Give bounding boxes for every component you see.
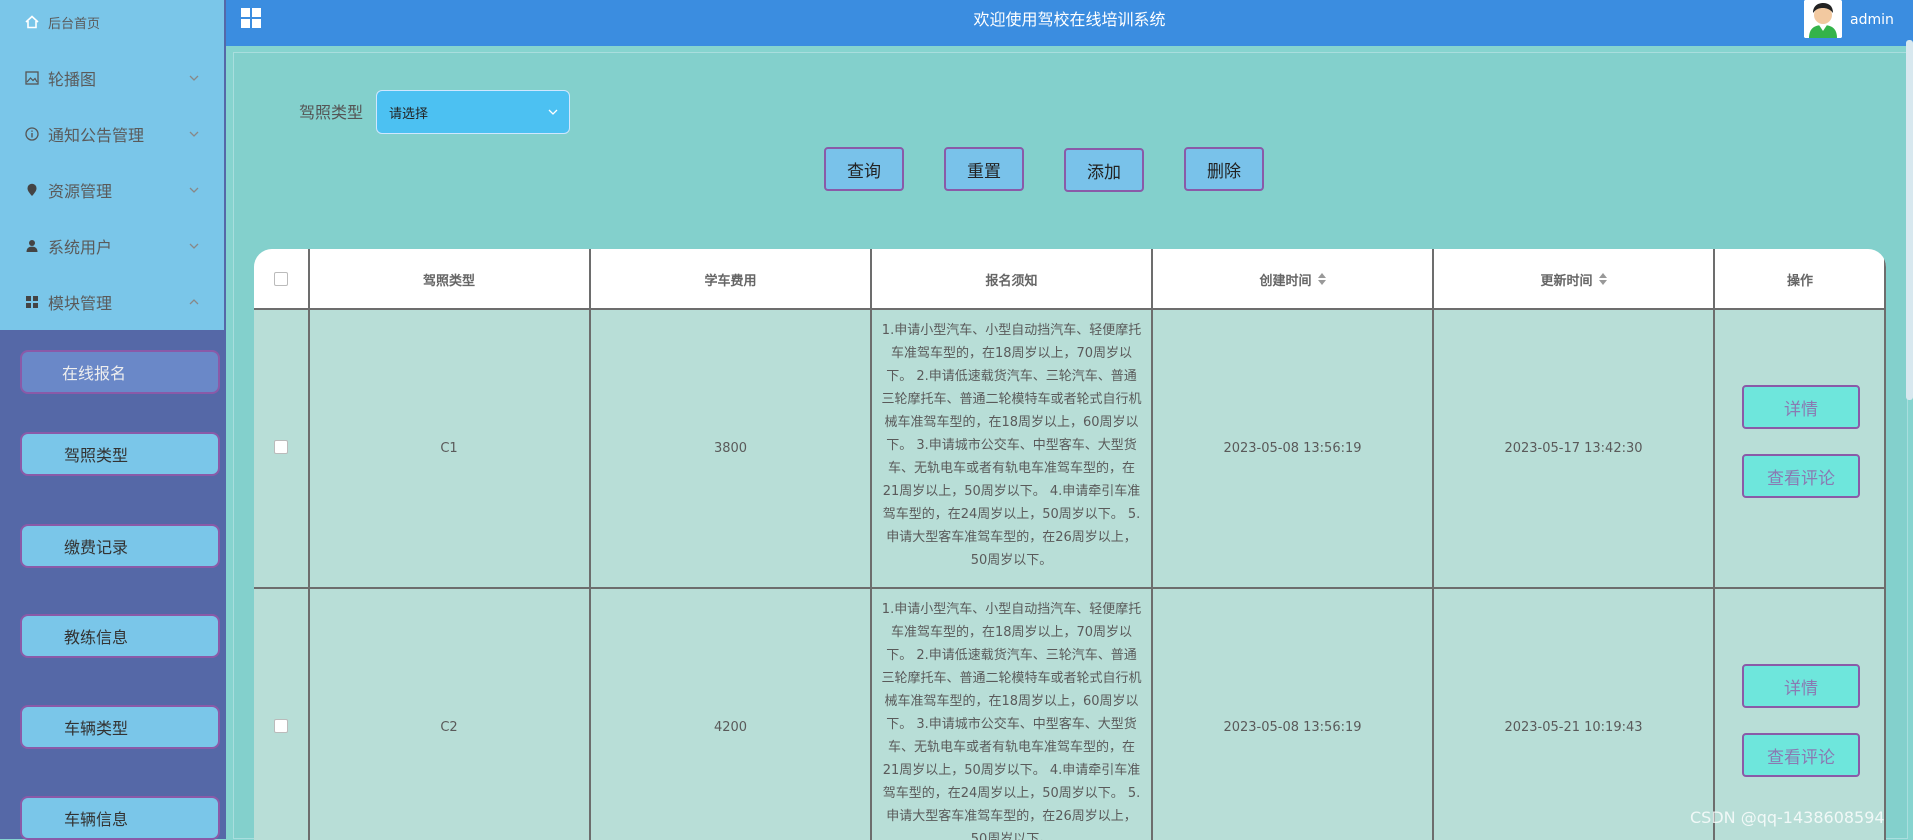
row-checkbox[interactable] (274, 440, 288, 454)
cell-updated: 2023-05-21 10:19:43 (1504, 720, 1643, 735)
select-all-cell (254, 249, 308, 309)
column-header-license-type: 驾照类型 (422, 273, 475, 289)
sidebar-item-modules[interactable]: 模块管理 (0, 274, 224, 330)
cell-license-type: C1 (440, 441, 458, 456)
chevron-down-icon (189, 131, 199, 137)
sidebar: 后台首页 轮播图 通知公告管理 资源管理 系统用户 模块管理 在线报名 驾照类型… (0, 0, 226, 840)
column-header-updated-label: 更新时间 (1540, 273, 1593, 289)
chevron-down-icon (548, 109, 558, 115)
picture-icon (24, 70, 40, 86)
cell-created: 2023-05-08 13:56:19 (1223, 441, 1362, 456)
sidebar-item-label: 系统用户 (48, 238, 113, 257)
cell-fee: 3800 (713, 441, 748, 456)
submenu-vehicle-info[interactable]: 车辆信息 (20, 796, 220, 840)
select-all-checkbox[interactable] (274, 272, 288, 286)
query-button[interactable]: 查询 (824, 147, 904, 191)
sidebar-item-label: 通知公告管理 (48, 126, 145, 145)
submenu-payment-records[interactable]: 缴费记录 (20, 524, 220, 568)
view-comments-button[interactable]: 查看评论 (1742, 454, 1860, 498)
sidebar-item-resources[interactable]: 资源管理 (0, 162, 224, 218)
column-header-created[interactable]: 创建时间 (1152, 249, 1433, 309)
column-header-actions: 操作 (1786, 273, 1813, 289)
chevron-down-icon (189, 243, 199, 249)
submenu-online-registration[interactable]: 在线报名 (20, 350, 220, 394)
home-icon (24, 14, 40, 30)
sidebar-item-users[interactable]: 系统用户 (0, 218, 224, 274)
sidebar-item-carousel[interactable]: 轮播图 (0, 50, 224, 106)
row-checkbox[interactable] (274, 719, 288, 733)
license-type-filter-label: 驾照类型 (299, 103, 364, 122)
column-header-updated[interactable]: 更新时间 (1433, 249, 1714, 309)
info-icon (24, 126, 40, 142)
sort-icon[interactable] (1317, 273, 1326, 285)
app-title: 欢迎使用驾校在线培训系统 (973, 10, 1166, 29)
sort-icon[interactable] (1598, 273, 1607, 285)
submenu-coach-info[interactable]: 教练信息 (20, 614, 220, 658)
cell-notice: 1.申请小型汽车、小型自动挡汽车、轻便摩托车准驾车型的，在18周岁以上，70周岁… (881, 323, 1142, 568)
detail-button[interactable]: 详情 (1742, 385, 1860, 429)
watermark: CSDN @qq-1438608594 (1690, 808, 1885, 827)
cell-updated: 2023-05-17 13:42:30 (1504, 441, 1643, 456)
chevron-up-icon (189, 299, 199, 305)
column-header-fee: 学车费用 (704, 273, 757, 289)
chevron-down-icon (189, 187, 199, 193)
sidebar-item-label: 轮播图 (48, 70, 97, 89)
username[interactable]: admin (1850, 0, 1894, 40)
avatar[interactable] (1804, 0, 1842, 38)
column-header-created-label: 创建时间 (1259, 273, 1312, 289)
page-scrollbar[interactable] (1906, 40, 1913, 400)
license-type-select[interactable]: 请选择 (376, 90, 570, 134)
location-icon (24, 182, 40, 198)
cell-notice: 1.申请小型汽车、小型自动挡汽车、轻便摩托车准驾车型的，在18周岁以上，70周岁… (881, 602, 1142, 840)
reset-button[interactable]: 重置 (944, 147, 1024, 191)
cell-created: 2023-05-08 13:56:19 (1223, 720, 1362, 735)
view-comments-button[interactable]: 查看评论 (1742, 733, 1860, 777)
license-type-table: 驾照类型 学车费用 报名须知 创建时间 更新时间 操作 C1 3800 1.申请… (254, 249, 1886, 840)
submenu-vehicle-types[interactable]: 车辆类型 (20, 705, 220, 749)
delete-button[interactable]: 删除 (1184, 147, 1264, 191)
select-placeholder: 请选择 (389, 106, 429, 122)
column-divider (1884, 249, 1886, 840)
grid-icon (24, 294, 40, 310)
column-header-notice: 报名须知 (985, 273, 1038, 289)
add-button[interactable]: 添加 (1064, 148, 1144, 192)
main-panel: 驾照类型 请选择 查询 重置 添加 删除 驾照类型 学车费用 报名须知 创建时间… (233, 52, 1908, 840)
cell-fee: 4200 (713, 720, 748, 735)
sidebar-item-label: 后台首页 (48, 16, 101, 32)
cell-license-type: C2 (440, 720, 458, 735)
sidebar-item-home[interactable]: 后台首页 (0, 0, 224, 44)
detail-button[interactable]: 详情 (1742, 664, 1860, 708)
sidebar-item-label: 模块管理 (48, 294, 113, 313)
sidebar-item-notices[interactable]: 通知公告管理 (0, 106, 224, 162)
top-bar: 欢迎使用驾校在线培训系统 admin (226, 0, 1913, 46)
submenu-license-types[interactable]: 驾照类型 (20, 432, 220, 476)
sidebar-item-label: 资源管理 (48, 182, 113, 201)
user-icon (24, 238, 40, 254)
chevron-down-icon (189, 75, 199, 81)
